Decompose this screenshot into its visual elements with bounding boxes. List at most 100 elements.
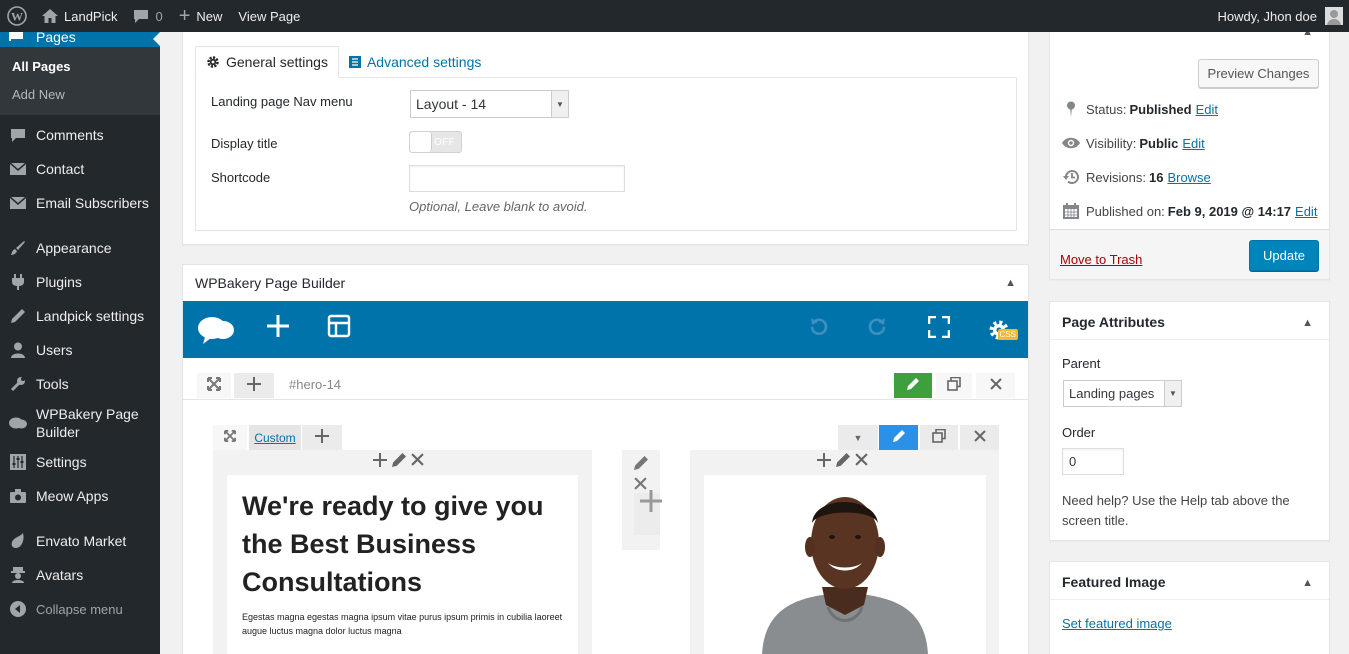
inner-row-move-handle[interactable]	[213, 425, 247, 450]
move-icon	[224, 429, 236, 446]
sidebar-item-meow-apps[interactable]: Meow Apps	[0, 479, 160, 513]
display-title-label: Display title	[211, 136, 278, 151]
clone-inner-row-button[interactable]	[920, 425, 958, 450]
nav-menu-select[interactable]: Layout - 14 ▼	[410, 90, 569, 118]
display-title-toggle[interactable]: OFF	[409, 131, 462, 153]
plus-icon[interactable]	[640, 490, 662, 515]
site-name-link[interactable]: LandPick	[34, 0, 125, 32]
wpbakery-toolbar: CSS	[183, 301, 1028, 358]
wordpress-logo-icon[interactable]: W	[0, 0, 34, 32]
new-content-link[interactable]: + New	[171, 0, 231, 32]
edit-date-link[interactable]: Edit	[1295, 204, 1317, 219]
custom-tab[interactable]: Custom	[249, 425, 301, 450]
update-button[interactable]: Update	[1249, 240, 1319, 271]
text-block[interactable]: We're ready to give you the Best Busines…	[227, 475, 578, 654]
person-photo	[762, 497, 928, 654]
my-account[interactable]: Howdy, Jhon doe	[1218, 0, 1343, 32]
inner-row-dropdown[interactable]: ▼	[838, 425, 878, 450]
featured-image-box: Featured Image ▲ Set featured image	[1049, 561, 1330, 654]
sidebar-item-tools[interactable]: Tools	[0, 367, 160, 401]
close-icon[interactable]	[411, 453, 424, 470]
visibility-row: Visibility: Public Edit	[1062, 134, 1205, 152]
edit-row-button[interactable]	[894, 373, 932, 398]
sidebar-item-plugins[interactable]: Plugins	[0, 265, 160, 299]
caret-up-icon[interactable]: ▲	[1302, 317, 1313, 329]
add-inner-column-button[interactable]	[302, 425, 342, 450]
sidebar-item-comments[interactable]: Comments	[0, 118, 160, 152]
sidebar-item-users[interactable]: Users	[0, 333, 160, 367]
sidebar-item-label: Envato Market	[36, 533, 127, 549]
delete-inner-row-button[interactable]	[960, 425, 999, 450]
pencil-icon	[892, 429, 905, 446]
add-element-button[interactable]	[258, 301, 298, 358]
admin-sidebar: Pages All Pages Add New Comments Contact…	[0, 29, 160, 654]
sidebar-item-pages[interactable]: Pages	[0, 29, 160, 47]
wpbakery-logo-icon[interactable]	[193, 301, 239, 358]
tab-label: General settings	[226, 54, 328, 70]
sidebar-item-contact[interactable]: Contact	[0, 152, 160, 186]
chevron-down-icon: ▼	[551, 91, 568, 117]
sidebar-item-envato-market[interactable]: Envato Market	[0, 524, 160, 558]
admin-bar: W LandPick 0 + New View Page Howdy, Jhon…	[0, 0, 1349, 32]
browse-revisions-link[interactable]: Browse	[1167, 170, 1210, 185]
avatar-icon	[9, 566, 27, 584]
caret-up-icon[interactable]: ▲	[1302, 577, 1313, 589]
comments-link[interactable]: 0	[125, 0, 170, 32]
column-controls	[373, 453, 424, 470]
sidebar-item-wpbakery[interactable]: WPBakery Page Builder	[0, 401, 160, 445]
sidebar-item-landpick-settings[interactable]: Landpick settings	[0, 299, 160, 333]
wpbakery-box: WPBakery Page Builder ▲ CSS #hero-14 Cus…	[182, 264, 1029, 654]
sidebar-item-settings[interactable]: Settings	[0, 445, 160, 479]
image-block[interactable]	[704, 475, 986, 654]
edit-visibility-link[interactable]: Edit	[1182, 136, 1204, 151]
close-icon[interactable]	[855, 453, 868, 470]
edit-inner-row-button[interactable]	[879, 425, 918, 450]
caret-up-icon[interactable]: ▲	[1005, 277, 1016, 289]
clone-icon	[932, 428, 946, 447]
order-input[interactable]	[1062, 448, 1124, 475]
css-badge: CSS	[997, 328, 1018, 340]
view-page-link[interactable]: View Page	[230, 0, 308, 32]
plus-icon[interactable]	[817, 453, 831, 470]
preview-changes-button[interactable]: Preview Changes	[1198, 59, 1319, 88]
set-featured-image-link[interactable]: Set featured image	[1062, 616, 1172, 631]
plus-icon	[315, 428, 329, 447]
svg-text:W: W	[11, 10, 23, 24]
sidebar-item-appearance[interactable]: Appearance	[0, 231, 160, 265]
sidebar-item-email-subscribers[interactable]: Email Subscribers	[0, 186, 160, 220]
plus-icon	[266, 314, 290, 345]
collapse-menu-button[interactable]: Collapse menu	[0, 592, 160, 626]
column-left: We're ready to give you the Best Busines…	[213, 450, 592, 654]
layout-icon	[327, 314, 351, 345]
page-settings-button[interactable]: CSS	[979, 301, 1019, 358]
pencil-icon[interactable]	[392, 453, 406, 470]
featured-image-title: Featured Image	[1062, 574, 1166, 590]
edit-status-link[interactable]: Edit	[1196, 102, 1218, 117]
move-to-trash-link[interactable]: Move to Trash	[1060, 252, 1142, 267]
redo-button[interactable]	[858, 301, 898, 358]
row-move-handle[interactable]	[197, 373, 231, 398]
published-on-value: Feb 9, 2019 @ 14:17	[1167, 203, 1292, 219]
submenu-all-pages[interactable]: All Pages	[0, 53, 160, 81]
fullscreen-button[interactable]	[919, 301, 959, 358]
pencil-icon[interactable]	[836, 453, 850, 470]
sidebar-item-avatars[interactable]: Avatars	[0, 558, 160, 592]
comment-icon	[9, 126, 27, 144]
visibility-label: Visibility:	[1086, 135, 1137, 151]
undo-button[interactable]	[798, 301, 838, 358]
add-column-button[interactable]	[234, 373, 274, 398]
pencil-icon[interactable]	[634, 456, 648, 473]
parent-select[interactable]: Landing pages ▼	[1063, 380, 1182, 407]
tab-general-settings[interactable]: General settings	[195, 46, 339, 78]
clone-row-button[interactable]	[936, 373, 972, 398]
page-attributes-title: Page Attributes	[1062, 314, 1165, 330]
toggle-state: OFF	[434, 137, 455, 148]
tab-advanced-settings[interactable]: Advanced settings	[339, 46, 491, 78]
shortcode-input[interactable]	[409, 165, 625, 192]
templates-button[interactable]	[319, 301, 359, 358]
submenu-add-new[interactable]: Add New	[0, 81, 160, 109]
view-page-label: View Page	[238, 8, 301, 24]
cloud-icon	[9, 414, 27, 432]
delete-row-button[interactable]	[976, 373, 1015, 398]
plus-icon[interactable]	[373, 453, 387, 470]
